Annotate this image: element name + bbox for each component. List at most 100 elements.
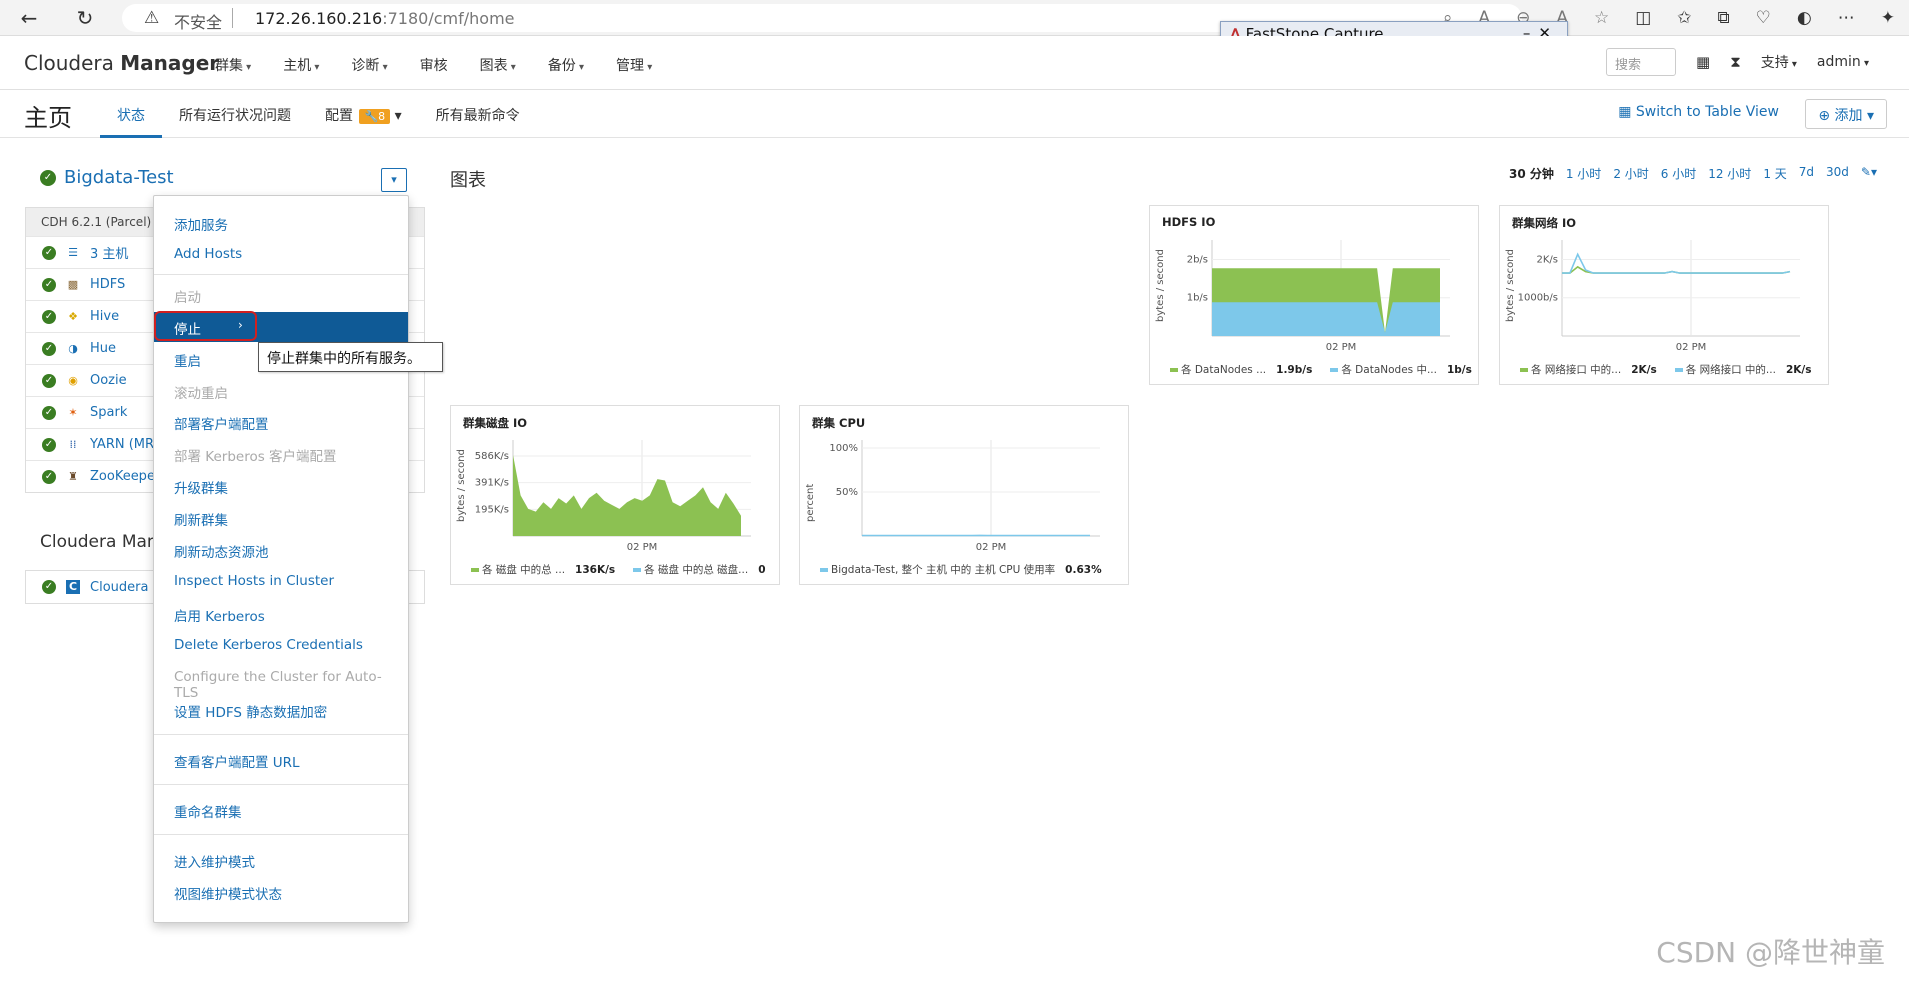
nav-backup[interactable]: 备份 (548, 55, 584, 75)
menu-item[interactable]: 重命名群集 (154, 795, 408, 825)
menu-item-label: 部署客户端配置 (174, 417, 269, 433)
home-tabs: 状态 所有运行状况问题 配置 🔧8 ▾ 所有最新命令 (100, 90, 537, 138)
range-30d[interactable]: 30d (1826, 165, 1849, 182)
chart-legend: 各 网络接口 中的... 2K/s 各 网络接口 中的... 2K/s (1520, 362, 1811, 377)
chart-hdfs-io[interactable]: HDFS IO bytes / second 1b/s 2b/s 02 PM 各 Da… (1149, 205, 1479, 385)
menu-divider (154, 834, 408, 835)
menu-item[interactable]: 查看客户端配置 URL (154, 745, 408, 775)
edit-charts-icon[interactable]: ✎▾ (1861, 165, 1877, 182)
legend-item: 各 网络接口 中的... 2K/s (1520, 362, 1657, 377)
nav-administration[interactable]: 管理 (616, 55, 652, 75)
tab-status[interactable]: 状态 (100, 90, 162, 138)
menu-item[interactable]: 部署客户端配置 (154, 407, 408, 437)
range-2h[interactable]: 2 小时 (1613, 165, 1648, 182)
chart-plot: bytes / second 195K/s 391K/s 586K/s 02 PM (456, 440, 751, 553)
health-good-icon: ✓ (42, 277, 56, 292)
hdfs-icon: ▩ (67, 277, 79, 291)
collections-icon[interactable]: ⧉ (1718, 4, 1730, 32)
parcel-icon[interactable]: ▦ (1696, 53, 1710, 71)
search-input[interactable]: 搜索 (1606, 48, 1676, 76)
y-tick-label: 586K/s (475, 451, 509, 462)
menu-item[interactable]: 刷新动态资源池 (154, 535, 408, 565)
nav-charts[interactable]: 图表 (480, 55, 516, 75)
tab-recent-commands[interactable]: 所有最新命令 (419, 90, 537, 138)
menu-item[interactable]: 进入维护模式 (154, 845, 408, 875)
nav-audits[interactable]: 审核 (420, 55, 448, 75)
legend-item: 各 网络接口 中的... 2K/s (1674, 362, 1811, 377)
stop-tooltip: 停止群集中的所有服务。 (258, 342, 443, 372)
browser-essentials-icon[interactable]: ♡ (1756, 4, 1771, 32)
menu-item[interactable]: 设置 HDFS 静态数据加密 (154, 695, 408, 725)
legend-name: 各 磁盘 中的总 ... (482, 564, 566, 576)
menu-item[interactable]: Delete Kerberos Credentials (154, 631, 408, 661)
legend-swatch (471, 568, 479, 572)
menu-item[interactable]: 升级群集 (154, 471, 408, 501)
range-12h[interactable]: 12 小时 (1708, 165, 1751, 182)
support-menu[interactable]: 支持 (1761, 52, 1797, 72)
range-1d[interactable]: 1 天 (1763, 165, 1786, 182)
more-icon[interactable]: ⋯ (1838, 4, 1855, 32)
chart-plot: bytes / second 1000b/s 2K/s 02 PM (1505, 240, 1800, 353)
favorites-icon[interactable]: ✩ (1677, 4, 1691, 32)
tab-health-issues[interactable]: 所有运行状况问题 (162, 90, 308, 138)
nav-clusters[interactable]: 群集 (215, 55, 251, 75)
cluster-name-link[interactable]: ✓ Bigdata-Test (40, 167, 174, 188)
menu-item: 部署 Kerberos 客户端配置 (154, 439, 408, 469)
user-menu[interactable]: admin (1817, 54, 1869, 70)
back-arrow-icon[interactable]: ← (16, 5, 42, 31)
range-30m[interactable]: 30 分钟 (1509, 165, 1554, 182)
legend-item: 各 磁盘 中的总 ... 136K/s (471, 562, 615, 577)
main-menu: 群集 主机 诊断 审核 图表 备份 管理 (215, 55, 652, 75)
menu-item: 滚动重启 (154, 376, 408, 406)
legend-item: 各 DataNodes 中... 1b/s (1330, 362, 1472, 377)
edge-icon[interactable]: ◐ (1797, 4, 1812, 32)
legend-swatch (820, 568, 828, 572)
x-tick-label: 02 PM (976, 542, 1007, 553)
service-label: Spark (90, 405, 128, 420)
url-text[interactable]: 172.26.160.216:7180/cmf/home (255, 9, 515, 28)
health-good-icon: ✓ (42, 341, 56, 356)
legend-swatch (1674, 368, 1683, 372)
menu-item-label: Inspect Hosts in Cluster (174, 573, 335, 589)
series-area-1 (1212, 302, 1440, 336)
range-6h[interactable]: 6 小时 (1661, 165, 1696, 182)
add-button[interactable]: ⊕ 添加 ▾ (1805, 99, 1887, 129)
yarn-icon: ⁞⁞ (69, 437, 77, 451)
menu-item[interactable]: 启用 Kerberos (154, 599, 408, 629)
chart-network-io[interactable]: 群集网络 IO bytes / second 1000b/s 2K/s 02 PM 各… (1499, 205, 1829, 385)
reload-icon[interactable]: ↻ (72, 5, 98, 31)
tab-configuration[interactable]: 配置 🔧8 ▾ (308, 90, 419, 138)
legend-swatch (1330, 368, 1339, 372)
chart-disk-io[interactable]: 群集磁盘 IO bytes / second 195K/s 391K/s 586K/s… (450, 405, 780, 585)
menu-item[interactable]: 添加服务 (154, 208, 408, 238)
y-tick-label: 1b/s (1187, 293, 1208, 304)
health-good-icon: ✓ (40, 170, 56, 186)
y-tick-label: 1000b/s (1518, 293, 1558, 304)
switch-table-view-link[interactable]: ▦ Switch to Table View (1618, 104, 1779, 120)
legend-item: 各 DataNodes ... 1.9b/s (1170, 362, 1312, 377)
menu-item-label: Add Hosts (174, 246, 243, 262)
running-commands-icon[interactable]: ⧗ (1730, 53, 1741, 71)
watermark: CSDN @降世神童 (1656, 936, 1885, 969)
chart-cluster-cpu[interactable]: 群集 CPU percent 50% 100% 02 PM Bigdata-Test,… (799, 405, 1129, 585)
copilot-icon[interactable]: ✦ (1881, 4, 1895, 32)
plus-icon: ⊕ (1818, 108, 1831, 124)
y-tick-label: 2K/s (1537, 254, 1559, 265)
range-7d[interactable]: 7d (1799, 165, 1814, 182)
menu-item[interactable]: 刷新群集 (154, 503, 408, 533)
menu-item[interactable]: Add Hosts (154, 240, 408, 270)
menu-item[interactable]: 视图维护模式状态 (154, 877, 408, 907)
menu-item[interactable]: Inspect Hosts in Cluster (154, 567, 408, 597)
nav-diagnostics[interactable]: 诊断 (351, 55, 387, 75)
menu-item[interactable]: 停止 › (154, 311, 408, 342)
cluster-actions-toggle[interactable]: ▾ (381, 168, 407, 192)
brand-logo[interactable]: Cloudera Manager (24, 51, 219, 75)
favorite-icon[interactable]: ☆ (1594, 4, 1609, 32)
nav-hosts[interactable]: 主机 (283, 55, 319, 75)
config-badge-count: 8 (378, 110, 386, 123)
menu-item-label: 刷新动态资源池 (174, 545, 269, 561)
split-screen-icon[interactable]: ◫ (1635, 4, 1651, 32)
insecure-label: 不安全 (174, 13, 223, 32)
range-1h[interactable]: 1 小时 (1566, 165, 1601, 182)
legend-name: 各 网络接口 中的... (1685, 364, 1776, 376)
